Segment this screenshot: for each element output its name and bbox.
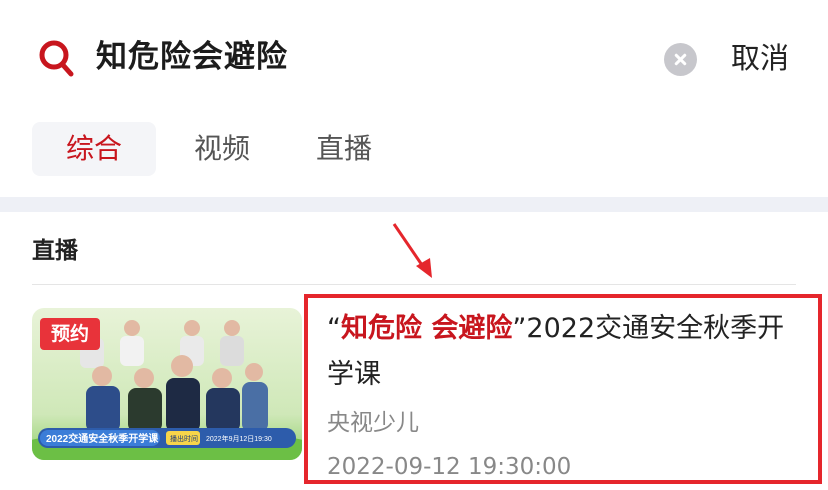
tab-bar: 综合 视频 直播 [32, 122, 812, 176]
search-bar: 知危险会避险 取消 [0, 0, 828, 115]
section-title: 直播 [32, 238, 78, 264]
clear-search-button[interactable] [664, 43, 697, 76]
annotation-highlight-box [304, 294, 822, 484]
tab-live[interactable]: 直播 [294, 122, 394, 176]
section-divider-line [32, 284, 796, 285]
svg-text:播出时间: 播出时间 [170, 434, 198, 443]
search-input[interactable]: 知危险会避险 [96, 34, 288, 80]
tab-comprehensive[interactable]: 综合 [32, 122, 156, 176]
svg-text:2022交通安全秋季开学课: 2022交通安全秋季开学课 [46, 432, 159, 445]
tab-video[interactable]: 视频 [172, 122, 272, 176]
section-divider [0, 197, 828, 212]
annotation-arrow-icon [392, 223, 432, 278]
reservation-badge: 预约 [40, 318, 100, 350]
svg-text:2022年9月12日19:30: 2022年9月12日19:30 [206, 434, 272, 443]
search-icon [39, 40, 74, 77]
cancel-button[interactable]: 取消 [731, 36, 789, 80]
